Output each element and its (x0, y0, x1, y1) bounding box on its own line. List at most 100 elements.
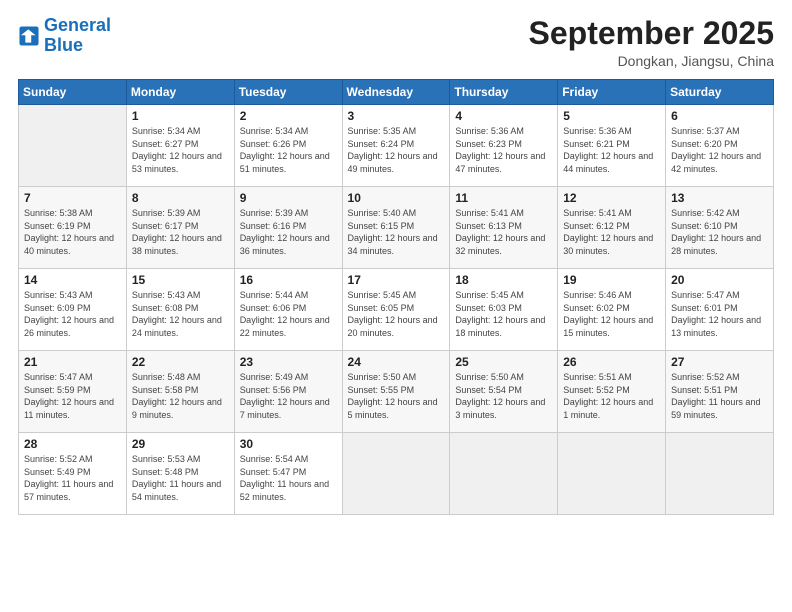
day-info: Sunrise: 5:39 AM Sunset: 6:17 PM Dayligh… (132, 207, 229, 257)
page-container: General Blue September 2025 Dongkan, Jia… (0, 0, 792, 525)
day-number: 29 (132, 437, 229, 451)
day-info: Sunrise: 5:44 AM Sunset: 6:06 PM Dayligh… (240, 289, 337, 339)
calendar-table: Sunday Monday Tuesday Wednesday Thursday… (18, 79, 774, 515)
calendar-cell-w1-d3: 2 Sunrise: 5:34 AM Sunset: 6:26 PM Daylig… (234, 105, 342, 187)
calendar-week-3: 14 Sunrise: 5:43 AM Sunset: 6:09 PM Dayli… (19, 269, 774, 351)
day-info: Sunrise: 5:51 AM Sunset: 5:52 PM Dayligh… (563, 371, 660, 421)
day-info: Sunrise: 5:45 AM Sunset: 6:05 PM Dayligh… (348, 289, 445, 339)
day-number: 23 (240, 355, 337, 369)
day-number: 16 (240, 273, 337, 287)
calendar-cell-w1-d1 (19, 105, 127, 187)
calendar-week-1: 1 Sunrise: 5:34 AM Sunset: 6:27 PM Daylig… (19, 105, 774, 187)
calendar-cell-w2-d7: 13 Sunrise: 5:42 AM Sunset: 6:10 PM Dayli… (666, 187, 774, 269)
day-number: 30 (240, 437, 337, 451)
day-info: Sunrise: 5:50 AM Sunset: 5:54 PM Dayligh… (455, 371, 552, 421)
calendar-cell-w1-d7: 6Sunrise: 5:37 AM Sunset: 6:20 PM Daylig… (666, 105, 774, 187)
day-info: Sunrise: 5:40 AM Sunset: 6:15 PM Dayligh… (348, 207, 445, 257)
month-title: September 2025 (529, 16, 774, 51)
calendar-cell-w4-d2: 22 Sunrise: 5:48 AM Sunset: 5:58 PM Dayli… (126, 351, 234, 433)
header-friday: Friday (558, 80, 666, 105)
day-number: 18 (455, 273, 552, 287)
header-tuesday: Tuesday (234, 80, 342, 105)
day-number: 26 (563, 355, 660, 369)
header-monday: Monday (126, 80, 234, 105)
day-info: Sunrise: 5:43 AM Sunset: 6:08 PM Dayligh… (132, 289, 229, 339)
calendar-cell-w3-d7: 20 Sunrise: 5:47 AM Sunset: 6:01 PM Dayli… (666, 269, 774, 351)
calendar-cell-w1-d5: 4 Sunrise: 5:36 AM Sunset: 6:23 PM Daylig… (450, 105, 558, 187)
day-number: 11 (455, 191, 552, 205)
day-info: Sunrise: 5:47 AM Sunset: 6:01 PM Dayligh… (671, 289, 768, 339)
day-info: Sunrise: 5:41 AM Sunset: 6:12 PM Dayligh… (563, 207, 660, 257)
day-info: Sunrise: 5:52 AM Sunset: 5:51 PM Dayligh… (671, 371, 768, 421)
calendar-cell-w5-d5 (450, 433, 558, 515)
calendar-cell-w3-d2: 15 Sunrise: 5:43 AM Sunset: 6:08 PM Dayli… (126, 269, 234, 351)
calendar-cell-w4-d4: 24Sunrise: 5:50 AM Sunset: 5:55 PM Dayli… (342, 351, 450, 433)
header-wednesday: Wednesday (342, 80, 450, 105)
day-info: Sunrise: 5:38 AM Sunset: 6:19 PM Dayligh… (24, 207, 121, 257)
calendar-cell-w5-d7 (666, 433, 774, 515)
calendar-cell-w5-d2: 29Sunrise: 5:53 AM Sunset: 5:48 PM Dayli… (126, 433, 234, 515)
logo-general: General (44, 15, 111, 35)
day-number: 20 (671, 273, 768, 287)
day-number: 24 (348, 355, 445, 369)
header-sunday: Sunday (19, 80, 127, 105)
calendar-cell-w3-d6: 19Sunrise: 5:46 AM Sunset: 6:02 PM Dayli… (558, 269, 666, 351)
calendar-cell-w4-d7: 27 Sunrise: 5:52 AM Sunset: 5:51 PM Dayli… (666, 351, 774, 433)
day-number: 22 (132, 355, 229, 369)
logo-blue: Blue (44, 35, 83, 55)
calendar-week-5: 28Sunrise: 5:52 AM Sunset: 5:49 PM Dayli… (19, 433, 774, 515)
day-number: 7 (24, 191, 121, 205)
day-info: Sunrise: 5:39 AM Sunset: 6:16 PM Dayligh… (240, 207, 337, 257)
calendar-cell-w5-d6 (558, 433, 666, 515)
calendar-cell-w2-d6: 12 Sunrise: 5:41 AM Sunset: 6:12 PM Dayli… (558, 187, 666, 269)
calendar-cell-w2-d3: 9 Sunrise: 5:39 AM Sunset: 6:16 PM Daylig… (234, 187, 342, 269)
logo: General Blue (18, 16, 111, 56)
logo-icon (18, 25, 40, 47)
calendar-cell-w3-d5: 18 Sunrise: 5:45 AM Sunset: 6:03 PM Dayli… (450, 269, 558, 351)
day-info: Sunrise: 5:49 AM Sunset: 5:56 PM Dayligh… (240, 371, 337, 421)
calendar-cell-w1-d2: 1 Sunrise: 5:34 AM Sunset: 6:27 PM Daylig… (126, 105, 234, 187)
calendar-cell-w4-d6: 26 Sunrise: 5:51 AM Sunset: 5:52 PM Dayli… (558, 351, 666, 433)
location: Dongkan, Jiangsu, China (529, 53, 774, 69)
calendar-cell-w2-d5: 11 Sunrise: 5:41 AM Sunset: 6:13 PM Dayli… (450, 187, 558, 269)
calendar-cell-w5-d4 (342, 433, 450, 515)
calendar-cell-w4-d3: 23 Sunrise: 5:49 AM Sunset: 5:56 PM Dayli… (234, 351, 342, 433)
header-thursday: Thursday (450, 80, 558, 105)
day-number: 5 (563, 109, 660, 123)
calendar-week-2: 7 Sunrise: 5:38 AM Sunset: 6:19 PM Daylig… (19, 187, 774, 269)
day-info: Sunrise: 5:41 AM Sunset: 6:13 PM Dayligh… (455, 207, 552, 257)
calendar-week-4: 21Sunrise: 5:47 AM Sunset: 5:59 PM Dayli… (19, 351, 774, 433)
calendar-header-row: Sunday Monday Tuesday Wednesday Thursday… (19, 80, 774, 105)
day-number: 15 (132, 273, 229, 287)
day-number: 9 (240, 191, 337, 205)
calendar-cell-w4-d1: 21Sunrise: 5:47 AM Sunset: 5:59 PM Dayli… (19, 351, 127, 433)
day-number: 27 (671, 355, 768, 369)
day-info: Sunrise: 5:34 AM Sunset: 6:27 PM Dayligh… (132, 125, 229, 175)
day-info: Sunrise: 5:47 AM Sunset: 5:59 PM Dayligh… (24, 371, 121, 421)
day-number: 2 (240, 109, 337, 123)
day-number: 1 (132, 109, 229, 123)
day-number: 12 (563, 191, 660, 205)
day-info: Sunrise: 5:45 AM Sunset: 6:03 PM Dayligh… (455, 289, 552, 339)
calendar-cell-w3-d3: 16 Sunrise: 5:44 AM Sunset: 6:06 PM Dayli… (234, 269, 342, 351)
day-info: Sunrise: 5:34 AM Sunset: 6:26 PM Dayligh… (240, 125, 337, 175)
calendar-cell-w2-d2: 8Sunrise: 5:39 AM Sunset: 6:17 PM Daylig… (126, 187, 234, 269)
day-number: 4 (455, 109, 552, 123)
day-info: Sunrise: 5:54 AM Sunset: 5:47 PM Dayligh… (240, 453, 337, 503)
day-info: Sunrise: 5:46 AM Sunset: 6:02 PM Dayligh… (563, 289, 660, 339)
day-number: 17 (348, 273, 445, 287)
day-info: Sunrise: 5:43 AM Sunset: 6:09 PM Dayligh… (24, 289, 121, 339)
day-number: 3 (348, 109, 445, 123)
calendar-cell-w2-d1: 7 Sunrise: 5:38 AM Sunset: 6:19 PM Daylig… (19, 187, 127, 269)
day-info: Sunrise: 5:36 AM Sunset: 6:21 PM Dayligh… (563, 125, 660, 175)
day-number: 28 (24, 437, 121, 451)
day-number: 13 (671, 191, 768, 205)
logo-text: General Blue (44, 16, 111, 56)
calendar-cell-w3-d1: 14 Sunrise: 5:43 AM Sunset: 6:09 PM Dayli… (19, 269, 127, 351)
calendar-cell-w4-d5: 25Sunrise: 5:50 AM Sunset: 5:54 PM Dayli… (450, 351, 558, 433)
day-info: Sunrise: 5:42 AM Sunset: 6:10 PM Dayligh… (671, 207, 768, 257)
day-info: Sunrise: 5:37 AM Sunset: 6:20 PM Dayligh… (671, 125, 768, 175)
day-number: 14 (24, 273, 121, 287)
day-info: Sunrise: 5:48 AM Sunset: 5:58 PM Dayligh… (132, 371, 229, 421)
day-info: Sunrise: 5:36 AM Sunset: 6:23 PM Dayligh… (455, 125, 552, 175)
